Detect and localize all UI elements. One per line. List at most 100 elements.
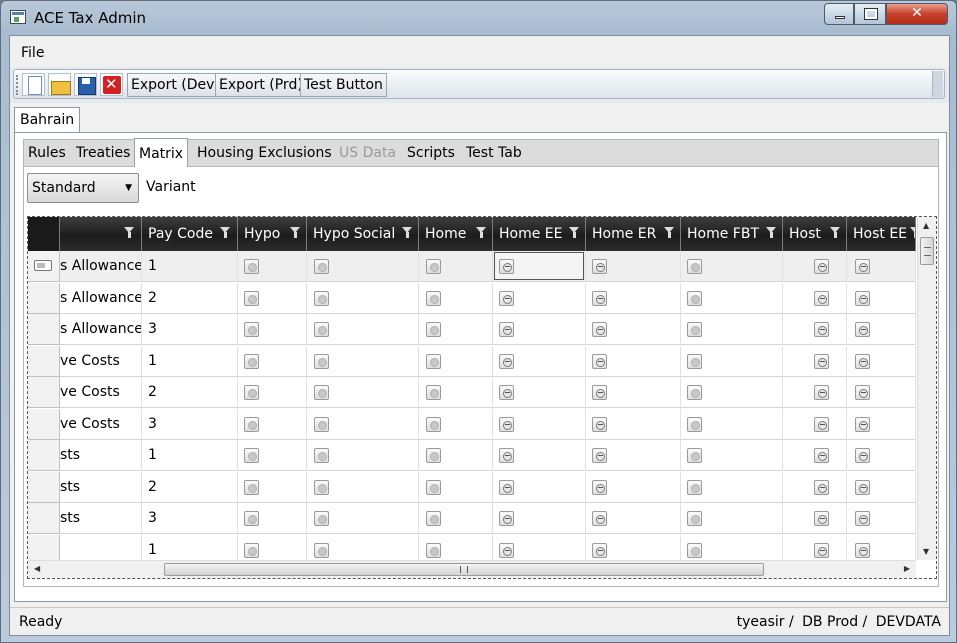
checkbox[interactable] — [814, 259, 829, 274]
tab-test-tab[interactable]: Test Tab — [462, 140, 526, 167]
tab-matrix[interactable]: Matrix — [134, 138, 189, 168]
cell-name[interactable]: s Allowance — [60, 251, 142, 282]
checkbox[interactable] — [592, 448, 607, 463]
table-row[interactable]: ve Costs 1 — [28, 345, 916, 377]
table-row[interactable]: s Allowance 1 — [28, 251, 916, 282]
checkbox[interactable] — [855, 479, 870, 495]
table-row[interactable]: sts 1 — [28, 440, 916, 471]
export-dev-button[interactable]: Export (Dev) — [127, 73, 224, 97]
scroll-down-icon[interactable]: ▼ — [923, 547, 929, 556]
column-header-hypo-social[interactable]: Hypo Social — [307, 217, 419, 251]
horizontal-scrollbar[interactable]: ◀ ▶ — [28, 560, 916, 578]
checkbox[interactable] — [814, 511, 829, 526]
filter-icon[interactable] — [830, 227, 841, 239]
checkbox[interactable] — [687, 385, 702, 400]
checkbox[interactable] — [687, 353, 702, 369]
tab-scripts[interactable]: Scripts — [403, 140, 459, 167]
checkbox[interactable] — [244, 511, 259, 526]
cell-pay-code[interactable]: 2 — [142, 282, 238, 314]
table-row[interactable]: sts 2 — [28, 471, 916, 503]
cell-pay-code[interactable]: 1 — [142, 345, 238, 377]
checkbox[interactable] — [592, 511, 607, 526]
checkbox[interactable] — [687, 259, 702, 274]
column-header-host[interactable]: Host — [783, 217, 847, 251]
checkbox[interactable] — [592, 353, 607, 369]
checkbox[interactable] — [314, 479, 329, 495]
checkbox[interactable] — [499, 416, 514, 432]
cell-pay-code[interactable]: 3 — [142, 314, 238, 345]
checkbox[interactable] — [426, 322, 441, 337]
column-header-home-fbt[interactable]: Home FBT — [681, 217, 783, 251]
cell-name[interactable]: ve Costs — [60, 408, 142, 440]
checkbox[interactable] — [314, 511, 329, 526]
close-button[interactable]: ✕ — [886, 3, 948, 25]
checkbox[interactable] — [814, 385, 829, 400]
checkbox[interactable] — [244, 479, 259, 495]
cell-name[interactable]: sts — [60, 503, 142, 534]
checkbox[interactable] — [592, 416, 607, 432]
checkbox[interactable] — [499, 542, 514, 558]
checkbox[interactable] — [426, 416, 441, 432]
checkbox[interactable] — [244, 542, 259, 558]
checkbox[interactable] — [592, 542, 607, 558]
checkbox[interactable] — [592, 259, 607, 274]
checkbox[interactable] — [314, 416, 329, 432]
checkbox[interactable] — [499, 385, 514, 400]
cell-pay-code[interactable]: 3 — [142, 408, 238, 440]
column-header-host-ee[interactable]: Host EE — [847, 217, 916, 251]
checkbox[interactable] — [814, 542, 829, 558]
maximize-button[interactable] — [854, 3, 886, 25]
cell-name[interactable]: ve Costs — [60, 345, 142, 377]
checkbox[interactable] — [855, 448, 870, 463]
checkbox[interactable] — [426, 290, 441, 306]
checkbox[interactable] — [814, 290, 829, 306]
checkbox[interactable] — [814, 353, 829, 369]
row-header[interactable] — [28, 503, 60, 534]
table-row[interactable]: s Allowance 2 — [28, 282, 916, 314]
filter-icon[interactable] — [290, 227, 301, 239]
checkbox[interactable] — [814, 448, 829, 463]
checkbox[interactable] — [499, 448, 514, 463]
cell-pay-code[interactable]: 3 — [142, 503, 238, 534]
column-header-home-ee[interactable]: Home EE — [493, 217, 586, 251]
cell-name[interactable]: s Allowance — [60, 282, 142, 314]
checkbox[interactable] — [499, 259, 514, 274]
checkbox[interactable] — [687, 479, 702, 495]
checkbox[interactable] — [687, 542, 702, 558]
checkbox[interactable] — [855, 353, 870, 369]
checkbox[interactable] — [855, 416, 870, 432]
variant-dropdown[interactable]: Standard ▼ — [27, 173, 139, 203]
toolbar-overflow-button[interactable] — [932, 71, 943, 97]
checkbox[interactable] — [814, 416, 829, 432]
column-header-home-er[interactable]: Home ER — [586, 217, 681, 251]
cell-name[interactable]: ve Costs — [60, 377, 142, 408]
row-header[interactable] — [28, 377, 60, 408]
checkbox[interactable] — [855, 542, 870, 558]
tab-treaties[interactable]: Treaties — [72, 140, 134, 167]
checkbox[interactable] — [499, 353, 514, 369]
minimize-button[interactable] — [824, 3, 854, 25]
checkbox[interactable] — [592, 322, 607, 337]
new-document-icon[interactable] — [22, 73, 45, 96]
scroll-left-icon[interactable]: ◀ — [34, 564, 40, 573]
column-header-home[interactable]: Home — [419, 217, 493, 251]
cell-name[interactable]: sts — [60, 440, 142, 471]
test-button[interactable]: Test Button — [300, 73, 387, 97]
export-prd-button[interactable]: Export (Prd) — [215, 73, 307, 97]
checkbox[interactable] — [855, 259, 870, 274]
checkbox[interactable] — [855, 290, 870, 306]
delete-x-icon[interactable] — [100, 73, 123, 96]
scroll-right-icon[interactable]: ▶ — [904, 564, 910, 573]
checkbox[interactable] — [314, 259, 329, 274]
checkbox[interactable] — [314, 448, 329, 463]
checkbox[interactable] — [244, 385, 259, 400]
cell-name[interactable]: s Allowance — [60, 314, 142, 345]
table-row[interactable]: s Allowance 3 — [28, 314, 916, 345]
column-header-pay-code[interactable]: Pay Code — [142, 217, 238, 251]
column-header-hypo[interactable]: Hypo — [238, 217, 307, 251]
tab-bahrain[interactable]: Bahrain — [14, 107, 81, 133]
checkbox[interactable] — [426, 353, 441, 369]
checkbox[interactable] — [314, 322, 329, 337]
filter-icon[interactable] — [220, 227, 231, 239]
menu-file[interactable]: File — [21, 45, 44, 61]
